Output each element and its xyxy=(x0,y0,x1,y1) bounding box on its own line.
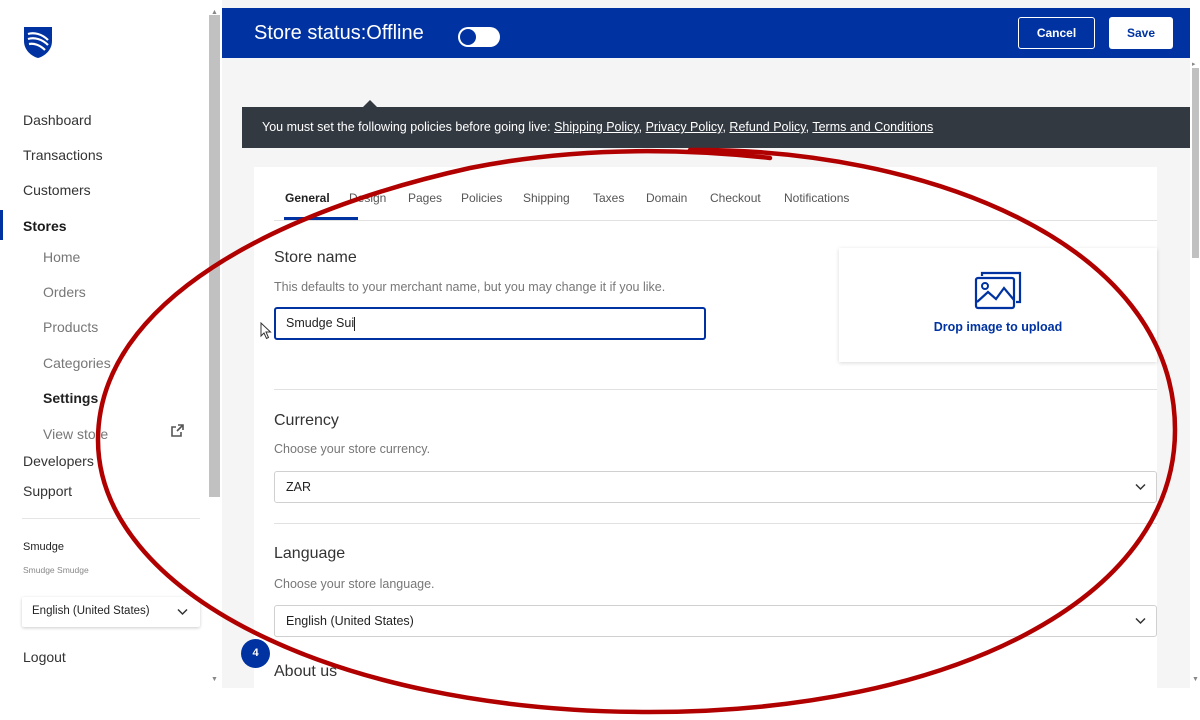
app-root: Dashboard Transactions Customers Stores … xyxy=(0,0,1200,720)
store-status-title: Store status:Offline xyxy=(254,22,424,44)
sidebar: Dashboard Transactions Customers Stores … xyxy=(0,0,207,688)
terms-conditions-link[interactable]: Terms and Conditions xyxy=(812,120,933,134)
nav-stores-view-store[interactable]: View store xyxy=(43,426,108,442)
chevron-down-icon xyxy=(1135,483,1146,491)
tab-policies[interactable]: Policies xyxy=(461,191,502,205)
language-select[interactable]: English (United States) xyxy=(274,605,1157,637)
tab-shipping[interactable]: Shipping xyxy=(523,191,570,205)
store-name-description: This defaults to your merchant name, but… xyxy=(274,280,666,294)
privacy-policy-link[interactable]: Privacy Policy xyxy=(646,120,723,134)
nav-stores[interactable]: Stores xyxy=(23,218,67,234)
tab-taxes[interactable]: Taxes xyxy=(593,191,624,205)
tab-checkout[interactable]: Checkout xyxy=(710,191,761,205)
currency-value: ZAR xyxy=(286,480,311,494)
language-description: Choose your store language. xyxy=(274,577,435,591)
settings-card: General Design Pages Policies Shipping T… xyxy=(254,167,1157,688)
tab-pages[interactable]: Pages xyxy=(408,191,442,205)
sidebar-language-select[interactable]: English (United States) xyxy=(22,597,200,627)
merchant-subtitle: Smudge Smudge xyxy=(23,565,89,575)
tab-domain[interactable]: Domain xyxy=(646,191,687,205)
text-caret xyxy=(354,316,356,331)
bank-logo-icon[interactable] xyxy=(22,25,54,59)
save-button[interactable]: Save xyxy=(1109,17,1173,49)
tab-notifications[interactable]: Notifications xyxy=(784,191,849,205)
image-upload-icon xyxy=(974,271,1022,310)
policy-banner-text: You must set the following policies befo… xyxy=(262,120,551,134)
scroll-down-arrow-icon[interactable]: ▼ xyxy=(1192,676,1199,683)
top-bar: Store status:Offline Cancel Save xyxy=(222,8,1196,58)
cancel-button[interactable]: Cancel xyxy=(1018,17,1095,49)
currency-title: Currency xyxy=(274,412,339,429)
active-nav-indicator xyxy=(0,210,3,240)
banner-caret xyxy=(363,100,377,107)
image-upload-dropzone[interactable]: Drop image to upload xyxy=(839,248,1157,362)
nav-stores-orders[interactable]: Orders xyxy=(43,284,86,300)
tab-general[interactable]: General xyxy=(285,191,330,205)
scroll-right-arrow-icon[interactable]: ▸ xyxy=(1192,60,1196,68)
shipping-policy-link[interactable]: Shipping Policy xyxy=(554,120,639,134)
nav-customers[interactable]: Customers xyxy=(23,182,91,198)
settings-tabs: General Design Pages Policies Shipping T… xyxy=(274,167,1157,221)
nav-stores-home[interactable]: Home xyxy=(43,249,80,265)
nav-transactions[interactable]: Transactions xyxy=(23,147,103,163)
nav-stores-categories[interactable]: Categories xyxy=(43,355,111,371)
currency-description: Choose your store currency. xyxy=(274,442,431,456)
upload-label: Drop image to upload xyxy=(933,320,1063,334)
toggle-knob xyxy=(460,29,476,45)
store-name-input[interactable]: Smudge Sui xyxy=(274,307,706,340)
mouse-cursor-icon xyxy=(260,322,272,340)
section-divider xyxy=(274,523,1157,524)
section-divider xyxy=(274,389,1157,390)
nav-stores-settings[interactable]: Settings xyxy=(43,390,98,406)
language-title: Language xyxy=(274,545,346,562)
refund-policy-link[interactable]: Refund Policy xyxy=(729,120,805,134)
chevron-down-icon xyxy=(177,608,188,616)
external-link-icon[interactable] xyxy=(171,424,184,437)
nav-stores-products[interactable]: Products xyxy=(43,319,98,335)
notification-badge[interactable]: 4 xyxy=(241,639,270,668)
nav-dashboard[interactable]: Dashboard xyxy=(23,112,92,128)
nav-support[interactable]: Support xyxy=(23,483,72,499)
language-value: English (United States) xyxy=(286,614,414,628)
scroll-down-arrow-icon[interactable]: ▼ xyxy=(211,676,218,683)
sidebar-divider xyxy=(22,518,200,519)
tab-design[interactable]: Design xyxy=(349,191,386,205)
store-status-toggle[interactable] xyxy=(458,27,500,47)
nav-developers[interactable]: Developers xyxy=(23,453,94,469)
merchant-name: Smudge xyxy=(23,541,64,553)
main-scrollbar-thumb[interactable] xyxy=(1192,68,1199,258)
sidebar-language-value: English (United States) xyxy=(32,605,150,617)
store-name-value: Smudge Sui xyxy=(286,316,355,330)
main-content: Store status:Offline Cancel Save You mus… xyxy=(222,0,1200,688)
currency-select[interactable]: ZAR xyxy=(274,471,1157,503)
scroll-up-arrow-icon[interactable]: ▲ xyxy=(211,9,218,16)
logout-link[interactable]: Logout xyxy=(23,649,66,665)
policy-banner: You must set the following policies befo… xyxy=(242,100,1200,148)
chevron-down-icon xyxy=(1135,617,1146,625)
store-name-title: Store name xyxy=(274,249,357,266)
about-us-title: About us xyxy=(274,663,338,680)
active-tab-underline xyxy=(284,217,358,220)
sidebar-scrollbar-thumb[interactable] xyxy=(209,15,220,497)
